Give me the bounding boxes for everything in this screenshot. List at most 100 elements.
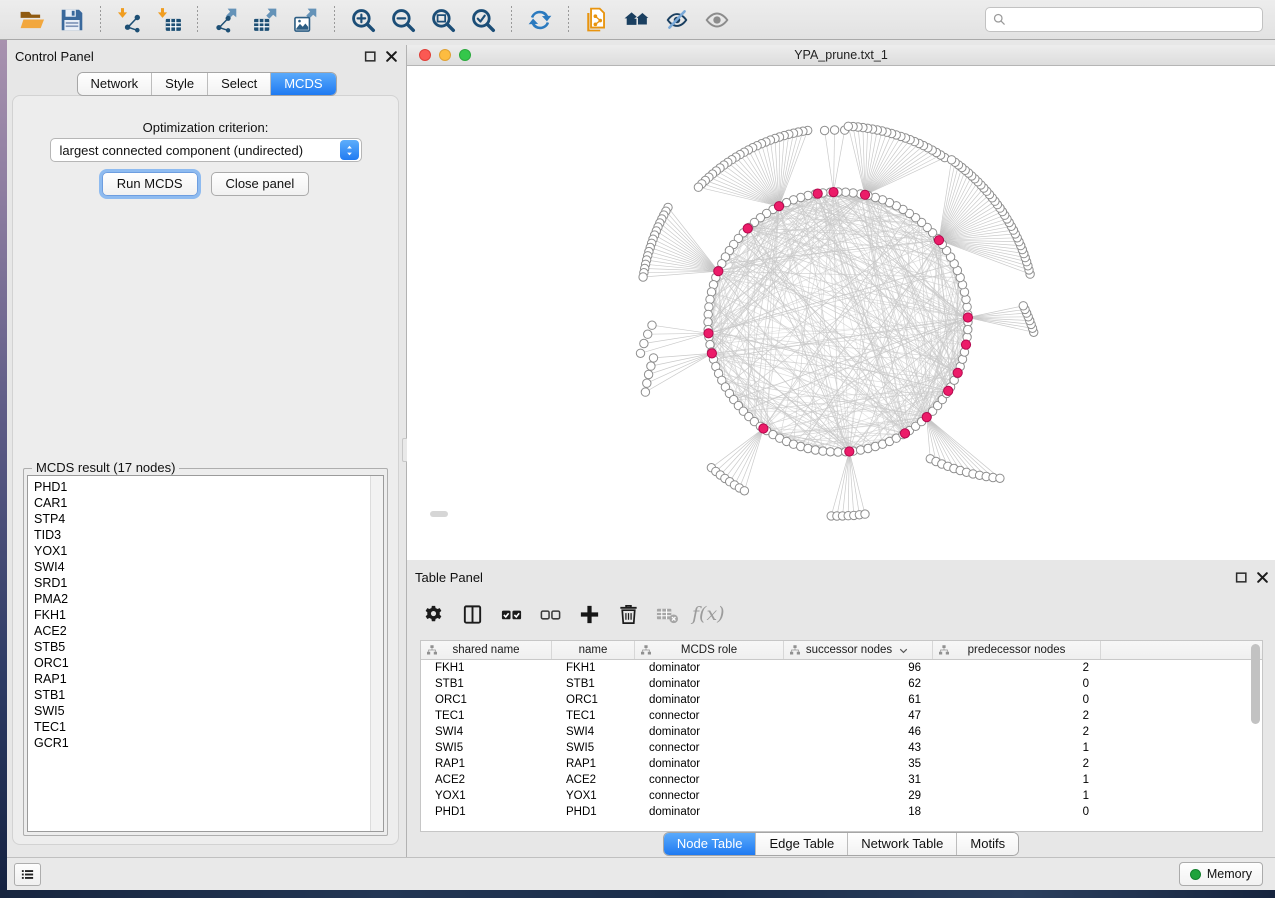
table-row[interactable]: RAP1RAP1dominator352 bbox=[421, 756, 1262, 772]
tab-node-table[interactable]: Node Table bbox=[664, 833, 756, 855]
table-cell[interactable]: ORC1 bbox=[421, 692, 552, 708]
dominator-node[interactable] bbox=[743, 224, 752, 233]
network-node[interactable] bbox=[649, 354, 657, 362]
dominator-node[interactable] bbox=[934, 236, 943, 245]
table-scrollbar-thumb[interactable] bbox=[1251, 644, 1260, 724]
table-cell[interactable]: STB1 bbox=[552, 676, 635, 692]
network-node[interactable] bbox=[861, 510, 869, 518]
table-splitter-handle[interactable] bbox=[430, 511, 448, 517]
mcds-result-item[interactable]: SWI5 bbox=[28, 703, 369, 719]
network-node[interactable] bbox=[820, 126, 828, 134]
table-cell[interactable]: connector bbox=[635, 772, 784, 788]
mcds-result-item[interactable]: YOX1 bbox=[28, 543, 369, 559]
network-node[interactable] bbox=[643, 379, 651, 387]
dominator-node[interactable] bbox=[714, 267, 723, 276]
table-cell[interactable]: 0 bbox=[933, 804, 1101, 820]
network-node[interactable] bbox=[947, 156, 955, 164]
save-session-button[interactable] bbox=[55, 4, 89, 36]
network-node[interactable] bbox=[1019, 302, 1027, 310]
table-cell[interactable]: TEC1 bbox=[421, 708, 552, 724]
mcds-result-item[interactable]: CAR1 bbox=[28, 495, 369, 511]
column-header-MCDS-role[interactable]: MCDS role bbox=[635, 641, 784, 659]
network-graph[interactable] bbox=[407, 66, 1275, 560]
tab-network-table[interactable]: Network Table bbox=[847, 833, 956, 855]
table-row[interactable]: SWI4SWI4dominator462 bbox=[421, 724, 1262, 740]
network-node[interactable] bbox=[644, 330, 652, 338]
column-header-successor-nodes[interactable]: successor nodes bbox=[784, 641, 933, 659]
table-cell[interactable]: 29 bbox=[784, 788, 933, 804]
table-cell[interactable]: TEC1 bbox=[552, 708, 635, 724]
table-cell[interactable]: 43 bbox=[784, 740, 933, 756]
import-table-button[interactable] bbox=[152, 4, 186, 36]
zoom-out-button[interactable] bbox=[386, 4, 420, 36]
network-node[interactable] bbox=[647, 362, 655, 370]
table-row[interactable]: YOX1YOX1connector291 bbox=[421, 788, 1262, 804]
network-node[interactable] bbox=[639, 273, 647, 281]
table-cell[interactable]: SWI4 bbox=[421, 724, 552, 740]
mcds-result-item[interactable]: TEC1 bbox=[28, 719, 369, 735]
table-cell[interactable]: FKH1 bbox=[552, 660, 635, 676]
table-cell[interactable]: YOX1 bbox=[552, 788, 635, 804]
table-cell[interactable]: 62 bbox=[784, 676, 933, 692]
table-cell[interactable]: 1 bbox=[933, 788, 1101, 804]
dominator-node[interactable] bbox=[963, 313, 972, 322]
dominator-node[interactable] bbox=[944, 386, 953, 395]
import-network-button[interactable] bbox=[112, 4, 146, 36]
table-cell[interactable]: 1 bbox=[933, 772, 1101, 788]
table-cell[interactable]: RAP1 bbox=[421, 756, 552, 772]
tab-style[interactable]: Style bbox=[151, 73, 207, 95]
dominator-node[interactable] bbox=[953, 368, 962, 377]
table-cell[interactable]: 61 bbox=[784, 692, 933, 708]
column-header-shared-name[interactable]: shared name bbox=[421, 641, 552, 659]
mcds-result-item[interactable]: ACE2 bbox=[28, 623, 369, 639]
add-row-button[interactable] bbox=[573, 599, 605, 629]
refresh-layout-button[interactable] bbox=[523, 4, 557, 36]
close-panel-icon[interactable] bbox=[385, 50, 398, 63]
table-cell[interactable]: 2 bbox=[933, 724, 1101, 740]
deselect-all-button[interactable] bbox=[534, 599, 566, 629]
table-row[interactable]: ORC1ORC1dominator610 bbox=[421, 692, 1262, 708]
network-node[interactable] bbox=[641, 388, 649, 396]
memory-button[interactable]: Memory bbox=[1179, 862, 1263, 886]
table-cell[interactable]: 96 bbox=[784, 660, 933, 676]
table-cell[interactable]: FKH1 bbox=[421, 660, 552, 676]
network-node[interactable] bbox=[964, 325, 972, 333]
network-node[interactable] bbox=[844, 122, 852, 130]
table-cell[interactable]: 2 bbox=[933, 756, 1101, 772]
dominator-node[interactable] bbox=[845, 447, 854, 456]
network-node[interactable] bbox=[996, 474, 1004, 482]
dominator-node[interactable] bbox=[860, 190, 869, 199]
mcds-result-item[interactable]: FKH1 bbox=[28, 607, 369, 623]
table-row[interactable]: STB1STB1dominator620 bbox=[421, 676, 1262, 692]
export-table-button[interactable] bbox=[249, 4, 283, 36]
table-cell[interactable]: connector bbox=[635, 788, 784, 804]
hide-selected-button[interactable] bbox=[660, 4, 694, 36]
table-cell[interactable]: dominator bbox=[635, 676, 784, 692]
table-cell[interactable]: 2 bbox=[933, 660, 1101, 676]
mcds-list-scrollbar[interactable] bbox=[370, 476, 383, 831]
network-canvas[interactable] bbox=[407, 66, 1275, 560]
table-cell[interactable]: 1 bbox=[933, 740, 1101, 756]
table-cell[interactable]: PHD1 bbox=[552, 804, 635, 820]
mcds-result-item[interactable]: RAP1 bbox=[28, 671, 369, 687]
show-all-button[interactable] bbox=[700, 4, 734, 36]
trash-button[interactable] bbox=[612, 599, 644, 629]
table-cell[interactable]: PHD1 bbox=[421, 804, 552, 820]
table-cell[interactable]: connector bbox=[635, 740, 784, 756]
dominator-node[interactable] bbox=[774, 202, 783, 211]
criterion-select[interactable]: largest connected component (undirected) bbox=[50, 138, 362, 162]
table-cell[interactable]: dominator bbox=[635, 692, 784, 708]
table-cell[interactable]: YOX1 bbox=[421, 788, 552, 804]
table-scrollbar[interactable] bbox=[1251, 644, 1260, 814]
mcds-result-item[interactable]: SRD1 bbox=[28, 575, 369, 591]
tab-mcds[interactable]: MCDS bbox=[270, 73, 335, 95]
dominator-node[interactable] bbox=[829, 188, 838, 197]
table-row[interactable]: ACE2ACE2connector311 bbox=[421, 772, 1262, 788]
search-input[interactable] bbox=[985, 7, 1263, 32]
column-header-predecessor-nodes[interactable]: predecessor nodes bbox=[933, 641, 1101, 659]
table-cell[interactable]: connector bbox=[635, 708, 784, 724]
mcds-result-item[interactable]: SWI4 bbox=[28, 559, 369, 575]
tab-motifs[interactable]: Motifs bbox=[956, 833, 1018, 855]
network-node[interactable] bbox=[740, 487, 748, 495]
network-node[interactable] bbox=[644, 370, 652, 378]
